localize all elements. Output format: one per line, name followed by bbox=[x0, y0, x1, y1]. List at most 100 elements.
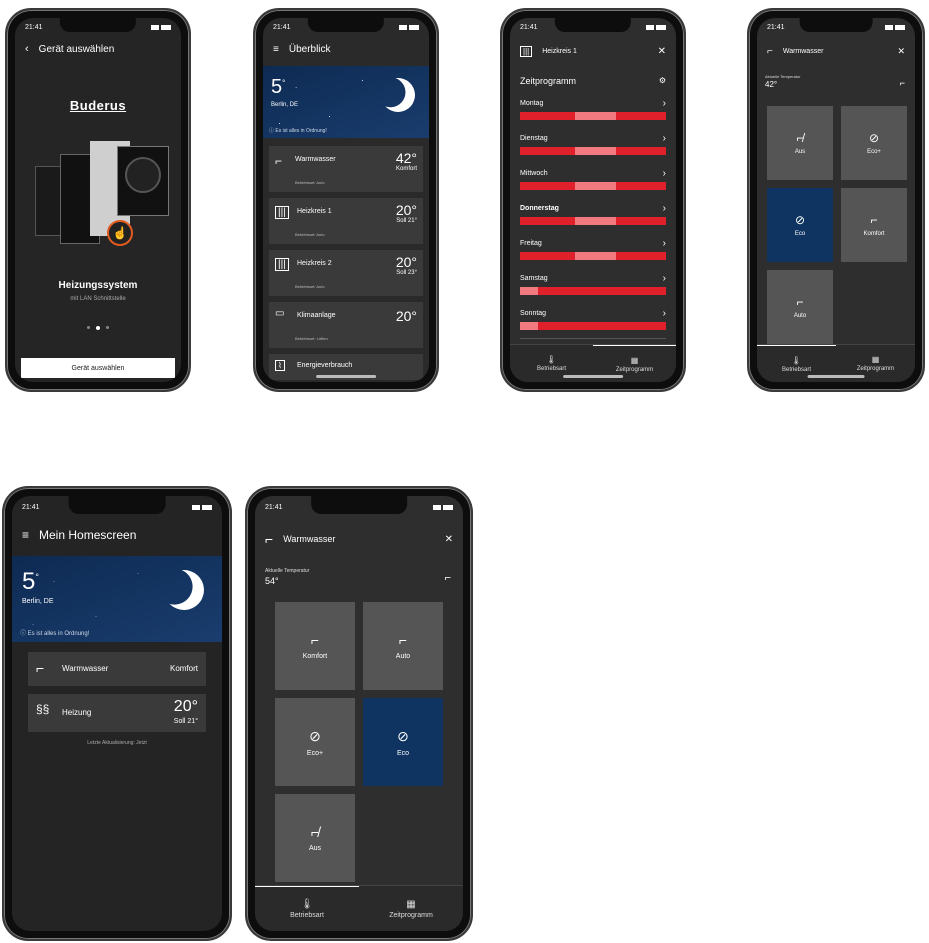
ac-icon: ▭ bbox=[275, 308, 285, 319]
schedule-segment bbox=[520, 287, 538, 295]
leaf-plus-icon: ⊘ bbox=[868, 131, 880, 145]
card-mode: Betriebsart: Auto bbox=[295, 232, 325, 237]
thermometer-icon: 🌡 bbox=[791, 355, 802, 365]
phone-hotwater-small: 21:41 ⌐ Warmwasser ✕ Aktuelle Temperatur… bbox=[747, 8, 925, 392]
section-title: Zeitprogramm bbox=[520, 76, 577, 86]
chevron-right-icon: › bbox=[662, 238, 666, 249]
device-illustration: ☝ bbox=[35, 126, 175, 256]
leaf-plus-icon: ⊘ bbox=[309, 727, 321, 744]
card-name: Heizung bbox=[62, 708, 92, 717]
card-heizung[interactable]: §§ Heizung 20° Soll 21° bbox=[28, 694, 206, 732]
tile-eco[interactable]: ⊘ Eco bbox=[363, 698, 443, 786]
schedule-bar bbox=[520, 182, 666, 190]
schedule-segment bbox=[575, 252, 617, 260]
tile-komfort[interactable]: ⌐ Komfort bbox=[275, 602, 355, 690]
day-row[interactable]: Mittwoch › bbox=[520, 168, 666, 198]
card-mode: Betriebsart: Auto bbox=[295, 284, 325, 289]
calendar-icon: ▦ bbox=[871, 355, 880, 364]
menu-icon[interactable]: ≡ bbox=[273, 44, 279, 55]
tile-auto[interactable]: ⌐ Auto bbox=[767, 270, 833, 344]
faucet-clock-icon: ⌐ bbox=[796, 295, 804, 309]
tile-label: Auto bbox=[395, 653, 411, 660]
tile-label: Aus bbox=[794, 149, 806, 155]
tile-aus[interactable]: ⌐̸ Aus bbox=[275, 794, 355, 882]
schedule-bar bbox=[520, 217, 666, 225]
day-row[interactable]: Dienstag › bbox=[520, 133, 666, 163]
tile-komfort[interactable]: ⌐ Komfort bbox=[841, 188, 907, 262]
tile-aus[interactable]: ⌐̸ Aus bbox=[767, 106, 833, 180]
select-device-button[interactable]: Gerät auswählen bbox=[21, 358, 175, 378]
faucet-icon: ⌐ bbox=[767, 45, 773, 57]
schedule-bar bbox=[520, 287, 666, 295]
close-icon[interactable]: ✕ bbox=[897, 46, 905, 57]
status-bar: 21:41 bbox=[767, 21, 905, 33]
radiator-icon: ||| bbox=[520, 45, 533, 57]
schedule-segment bbox=[575, 182, 617, 190]
tile-auto[interactable]: ⌐ Auto bbox=[363, 602, 443, 690]
tab-betriebsart[interactable]: 🌡 Betriebsart bbox=[255, 886, 359, 931]
card-mode: Betriebsart: Lüften bbox=[295, 336, 328, 341]
close-icon[interactable]: ✕ bbox=[658, 46, 666, 57]
card-heizkreis-1[interactable]: ||| Heizkreis 1 20° Soll 21° Betriebsart… bbox=[269, 198, 423, 244]
day-label: Freitag bbox=[520, 240, 542, 247]
day-row[interactable]: Samstag › bbox=[520, 273, 666, 303]
thermometer-icon: 🌡 bbox=[546, 355, 557, 364]
card-value: 20° bbox=[395, 308, 417, 324]
schedule-segment bbox=[575, 147, 617, 155]
page-title: Heizkreis 1 bbox=[542, 47, 577, 55]
device-name: Heizungssystem bbox=[58, 280, 138, 291]
card-value: 20° bbox=[173, 698, 198, 715]
menu-icon[interactable]: ≡ bbox=[22, 528, 29, 542]
card-mode: Betriebsart: Auto bbox=[295, 180, 325, 185]
weather-panel: 5° Berlin, DE ⓘ Es ist alles in Ordnung! bbox=[263, 66, 429, 138]
tile-eco-plus[interactable]: ⊘ Eco+ bbox=[841, 106, 907, 180]
page-title: Warmwasser bbox=[283, 534, 336, 544]
day-label: Sonntag bbox=[520, 310, 547, 317]
day-label: Montag bbox=[520, 100, 544, 107]
tab-label: Zeitprogramm bbox=[615, 366, 654, 373]
phone-schedule: 21:41 ||| Heizkreis 1 ✕ Zeitprogramm ⚙ M… bbox=[500, 8, 686, 392]
chevron-right-icon: › bbox=[662, 203, 666, 214]
status-time: 21:41 bbox=[22, 503, 40, 511]
tile-eco-plus[interactable]: ⊘ Eco+ bbox=[275, 698, 355, 786]
faucet-icon: ⌐ bbox=[265, 531, 274, 547]
card-value: Komfort bbox=[169, 664, 198, 673]
settings-icon[interactable]: ⚙ bbox=[659, 76, 666, 85]
tile-label: Eco+ bbox=[867, 149, 881, 155]
day-row[interactable]: Donnerstag › bbox=[520, 203, 666, 233]
day-row[interactable]: Montag › bbox=[520, 98, 666, 128]
status-message: ⓘ Es ist alles in Ordnung! bbox=[20, 631, 90, 637]
day-row[interactable]: Sonntag › bbox=[520, 308, 666, 338]
pager-dots bbox=[15, 326, 181, 330]
card-sub: Soll 23° bbox=[396, 270, 417, 276]
tile-label: Aus bbox=[308, 845, 322, 852]
card-heizkreis-2[interactable]: ||| Heizkreis 2 20° Soll 23° Betriebsart… bbox=[269, 250, 423, 296]
current-temp: 42° bbox=[765, 80, 778, 89]
thermometer-icon: 🌡 bbox=[300, 899, 314, 910]
status-bar: 21:41 bbox=[273, 21, 419, 33]
card-sub: Komfort bbox=[395, 166, 417, 172]
back-icon[interactable]: ‹ bbox=[25, 43, 29, 55]
tab-zeitprogramm[interactable]: ▦ Zeitprogramm bbox=[359, 886, 463, 931]
outdoor-temp: 5° bbox=[22, 568, 39, 595]
faucet-off-icon: ⌐̸ bbox=[796, 131, 804, 145]
card-name: Energieverbrauch bbox=[297, 362, 353, 369]
home-indicator bbox=[316, 375, 376, 378]
temp-label: Aktuelle Temperatur bbox=[765, 74, 801, 79]
faucet-plus-icon: ⌐ bbox=[444, 572, 451, 584]
header: ≡ Überblick bbox=[263, 34, 429, 64]
screen: 21:41 ⌐ Warmwasser ✕ Aktuelle Temperatur… bbox=[757, 18, 915, 382]
card-warmwasser[interactable]: ⌐ Warmwasser 42° Komfort Betriebsart: Au… bbox=[269, 146, 423, 192]
status-bar: 21:41 bbox=[25, 21, 171, 33]
status-time: 21:41 bbox=[273, 23, 291, 31]
tab-label: Zeitprogramm bbox=[389, 911, 433, 919]
card-klimaanlage[interactable]: ▭ Klimaanlage 20° Betriebsart: Lüften bbox=[269, 302, 423, 348]
tab-label: Zeitprogramm bbox=[856, 366, 895, 372]
day-row[interactable]: Freitag › bbox=[520, 238, 666, 268]
card-warmwasser[interactable]: ⌐ Warmwasser Komfort bbox=[28, 652, 206, 686]
tile-eco[interactable]: ⊘ Eco bbox=[767, 188, 833, 262]
hour-axis bbox=[520, 338, 666, 339]
energy-icon: ⌇ bbox=[275, 360, 285, 371]
close-icon[interactable]: ✕ bbox=[445, 534, 453, 545]
tile-label: Eco bbox=[794, 231, 806, 237]
